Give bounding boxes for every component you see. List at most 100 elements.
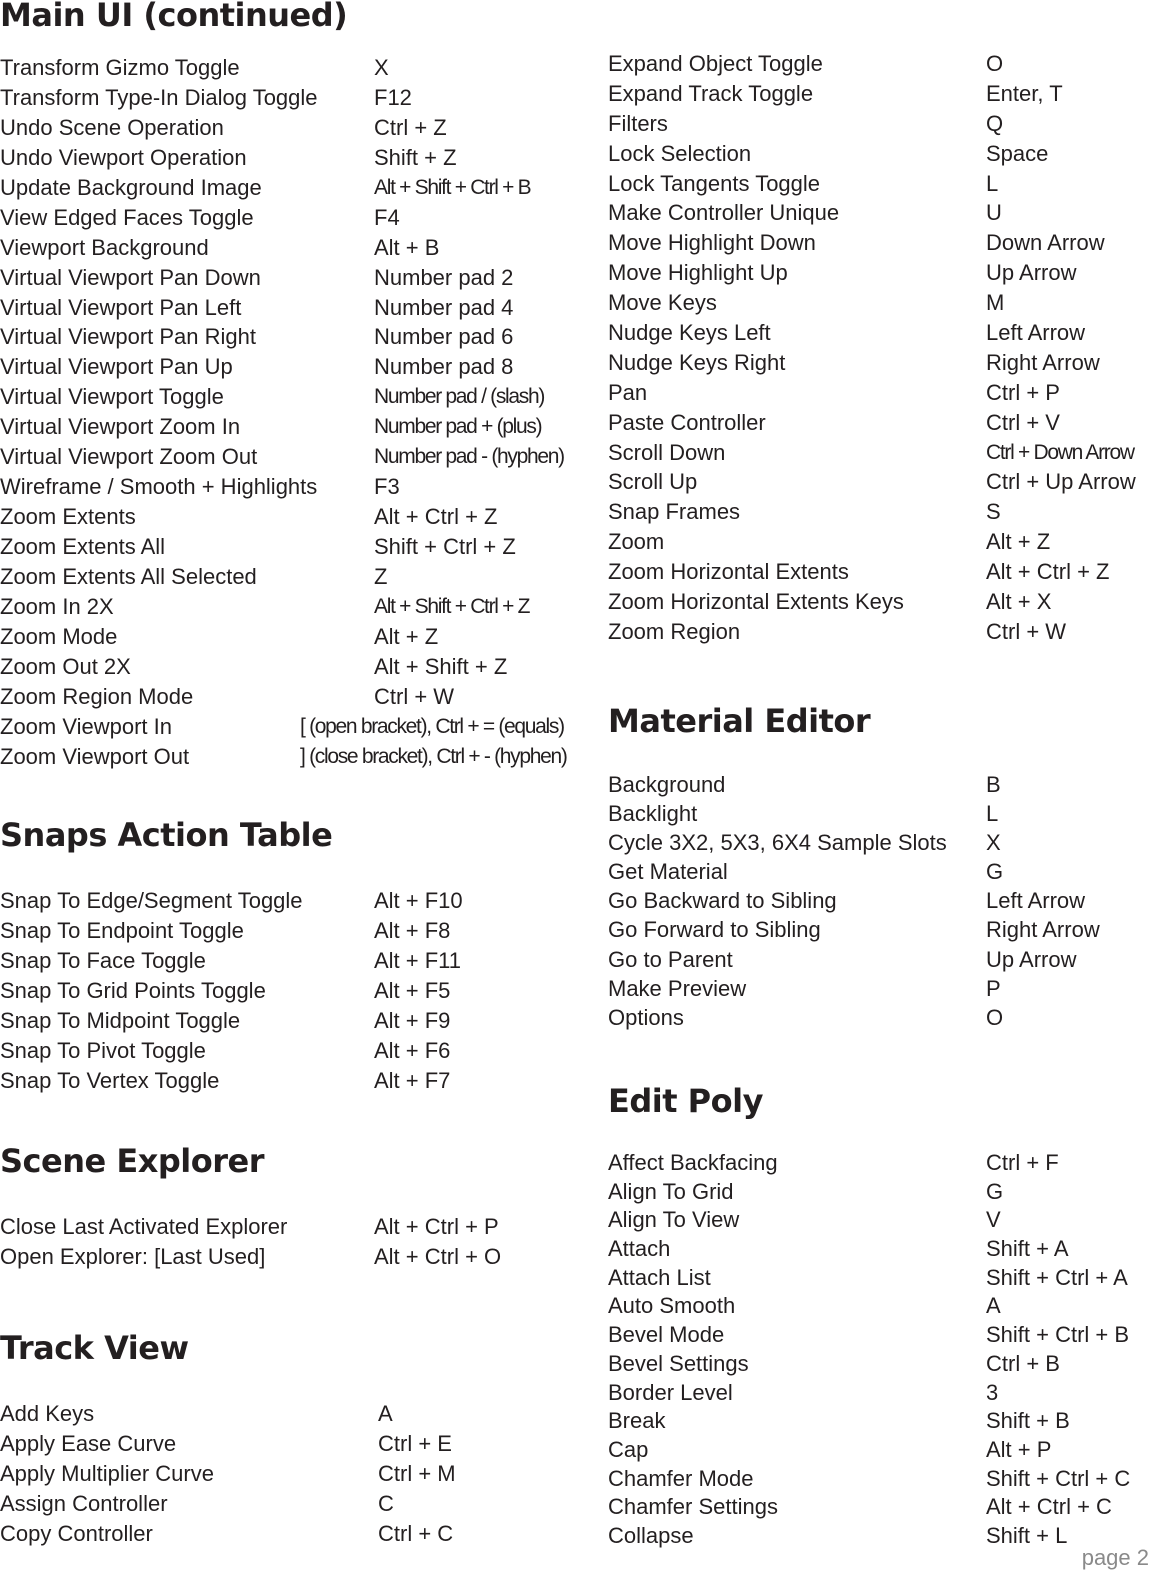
- shortcut-key: G: [986, 859, 1004, 885]
- shortcut-row: Go to Parent Up Arrow: [608, 945, 1159, 974]
- action-name: Zoom Extents All Selected: [0, 563, 257, 589]
- shortcut-row: Apply Ease Curve Ctrl + E: [0, 1429, 580, 1459]
- shortcut-row: Viewport Background Alt + B: [0, 233, 580, 263]
- shortcut-key: Left Arrow: [986, 888, 1086, 914]
- section-title: Main UI (continued): [0, 0, 348, 34]
- main-ui-shortcut-list: Transform Gizmo Toggle X Transform Type-In…: [0, 53, 580, 772]
- shortcut-key: Ctrl + W: [374, 683, 455, 709]
- shortcut-row: Nudge Keys Left Left Arrow: [608, 318, 1159, 348]
- action-name: Transform Type-In Dialog Toggle: [0, 84, 318, 110]
- shortcut-key: Enter, T: [986, 80, 1063, 106]
- shortcut-row: Zoom Viewport In [ (open bracket), Ctrl +…: [0, 712, 580, 742]
- action-name: Attach List: [608, 1264, 711, 1290]
- shortcut-row: Filters Q: [608, 109, 1159, 139]
- shortcut-key: Down Arrow: [986, 230, 1105, 256]
- shortcut-key: Alt + Z: [986, 529, 1051, 555]
- shortcut-row: Virtual Viewport Zoom Out Number pad - (h…: [0, 442, 580, 472]
- action-name: Virtual Viewport Pan Up: [0, 354, 233, 380]
- section-title: Scene Explorer: [0, 1142, 264, 1180]
- scene-explorer-shortcut-list: Close Last Activated Explorer Alt + Ctrl …: [0, 1212, 580, 1272]
- shortcut-row: Go Backward to Sibling Left Arrow: [608, 886, 1159, 915]
- shortcut-row: Bevel Mode Shift + Ctrl + B: [608, 1321, 1159, 1350]
- shortcut-key: L: [986, 170, 999, 196]
- shortcut-row: Align To Grid G: [608, 1178, 1159, 1207]
- shortcut-key: S: [986, 499, 1001, 525]
- action-name: Expand Object Toggle: [608, 51, 823, 76]
- action-name: Viewport Background: [0, 234, 209, 260]
- shortcut-row: Apply Multiplier Curve Ctrl + M: [0, 1459, 580, 1489]
- shortcut-key: Alt + P: [986, 1436, 1052, 1462]
- shortcut-key: V: [986, 1207, 1001, 1233]
- track-view-shortcut-list: Add Keys A Apply Ease Curve Ctrl + E Apply M…: [0, 1399, 580, 1549]
- shortcut-row: Move Highlight Up Up Arrow: [608, 258, 1159, 288]
- shortcut-row: Open Explorer: [Last Used] Alt + Ctrl + O: [0, 1242, 580, 1272]
- shortcut-key: Ctrl + B: [986, 1350, 1060, 1376]
- shortcut-row: Virtual Viewport Pan Down Number pad 2: [0, 263, 580, 293]
- action-name: Go Backward to Sibling: [608, 888, 837, 914]
- shortcut-row: Update Background Image Alt + Shift + Ctr…: [0, 173, 580, 203]
- shortcut-row: Zoom Horizontal Extents Alt + Ctrl + Z: [608, 557, 1159, 587]
- section-edit-poly: Edit Poly: [608, 1082, 1159, 1120]
- shortcut-key: Shift + Ctrl + B: [986, 1322, 1130, 1348]
- shortcut-row: Undo Scene Operation Ctrl + Z: [0, 113, 580, 143]
- shortcut-key: 3: [986, 1379, 999, 1405]
- shortcut-key: F3: [374, 474, 400, 500]
- action-name: Chamfer Mode: [608, 1465, 754, 1491]
- shortcut-row: Options O: [608, 1003, 1159, 1032]
- shortcut-key: Up Arrow: [986, 946, 1077, 972]
- shortcut-key: G: [986, 1178, 1004, 1204]
- shortcut-row: View Edged Faces Toggle F4: [0, 203, 580, 233]
- action-name: Lock Selection: [608, 140, 752, 166]
- action-name: Make Controller Unique: [608, 200, 840, 226]
- shortcut-key: Ctrl + Up Arrow: [986, 469, 1136, 495]
- action-name: Move Keys: [608, 290, 717, 316]
- action-name: Break: [608, 1408, 666, 1434]
- action-name: Zoom Horizontal Extents Keys: [608, 589, 904, 615]
- action-name: View Edged Faces Toggle: [0, 204, 254, 230]
- shortcut-row: Snap Frames S: [608, 497, 1159, 527]
- shortcut-key: Shift + Z: [374, 144, 457, 170]
- shortcut-key: Alt + Z: [374, 623, 439, 649]
- action-name: Copy Controller: [0, 1520, 153, 1546]
- action-name: Filters: [608, 110, 668, 136]
- shortcut-key: L: [986, 801, 999, 827]
- shortcut-row: Align To View V: [608, 1206, 1159, 1235]
- action-name: Snap To Edge/Segment Toggle: [0, 888, 303, 913]
- action-name: Zoom Viewport Out: [0, 743, 190, 769]
- shortcut-key: Ctrl + F: [986, 1150, 1059, 1175]
- shortcut-row: Zoom Horizontal Extents Keys Alt + X: [608, 587, 1159, 617]
- section-snaps: Snaps Action Table: [0, 816, 580, 854]
- action-name: Snap To Pivot Toggle: [0, 1037, 206, 1063]
- action-name: Virtual Viewport Pan Right: [0, 324, 256, 350]
- shortcut-row: Scroll Up Ctrl + Up Arrow: [608, 467, 1159, 497]
- shortcut-row: Undo Viewport Operation Shift + Z: [0, 143, 580, 173]
- shortcut-row: Transform Type-In Dialog Toggle F12: [0, 83, 580, 113]
- shortcut-key: Alt + B: [374, 234, 440, 260]
- action-name: Move Highlight Up: [608, 260, 788, 286]
- shortcut-key: O: [986, 1004, 1004, 1030]
- shortcut-row: Move Keys M: [608, 288, 1159, 318]
- shortcut-key: Right Arrow: [986, 349, 1100, 375]
- shortcut-row: Get Material G: [608, 857, 1159, 886]
- action-name: Border Level: [608, 1379, 733, 1405]
- shortcut-key: B: [986, 772, 1001, 797]
- action-name: Virtual Viewport Pan Down: [0, 264, 261, 290]
- shortcut-key: Ctrl + C: [378, 1520, 454, 1546]
- action-name: Pan: [608, 379, 648, 405]
- shortcut-row: Wireframe / Smooth + Highlights F3: [0, 472, 580, 502]
- shortcut-row: Affect Backfacing Ctrl + F: [608, 1149, 1159, 1178]
- shortcut-row: Zoom Viewport Out] (close bracket), Ctrl…: [0, 742, 580, 772]
- shortcut-row: Paste Controller Ctrl + V: [608, 408, 1159, 438]
- section-track-view: Track View: [0, 1329, 580, 1367]
- shortcut-key: Number pad / (slash): [374, 385, 545, 409]
- shortcut-row: Snap To Vertex Toggle Alt + F7: [0, 1066, 580, 1096]
- shortcut-key: Shift + A: [986, 1236, 1069, 1262]
- action-name: Align To View: [608, 1207, 740, 1233]
- shortcut-key: [ (open bracket), Ctrl + = (equals): [300, 714, 565, 738]
- shortcut-key: Alt + Ctrl + Z: [986, 559, 1110, 585]
- shortcut-key: Alt + Shift + Ctrl + B: [374, 175, 532, 199]
- action-name: Update Background Image: [0, 174, 262, 200]
- shortcut-row: Snap To Grid Points Toggle Alt + F5: [0, 976, 580, 1006]
- action-name: Zoom Viewport In: [0, 713, 173, 739]
- action-name: Collapse: [608, 1522, 694, 1548]
